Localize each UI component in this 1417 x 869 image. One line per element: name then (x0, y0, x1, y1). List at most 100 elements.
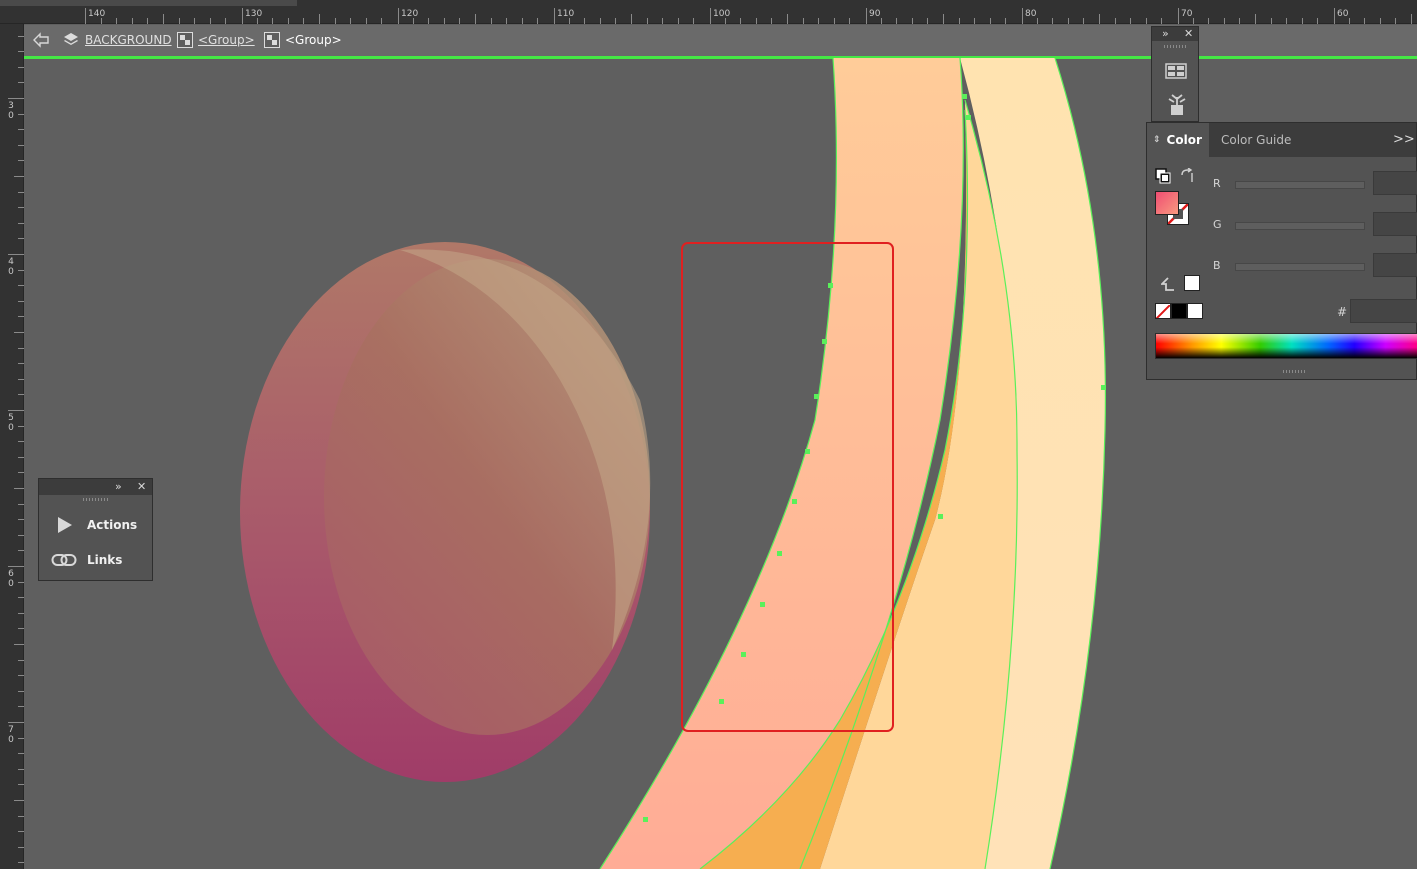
ruler-tick (14, 332, 24, 333)
ruler-tick (803, 18, 804, 24)
ruler-label: 130 (245, 9, 263, 19)
ruler-tick (1255, 14, 1256, 24)
close-icon[interactable]: ✕ (137, 480, 146, 493)
ruler-tick (1115, 18, 1116, 24)
ruler-tick (14, 644, 24, 645)
breadcrumb-item-group[interactable]: <Group> (177, 31, 255, 49)
ruler-tick (1099, 14, 1100, 24)
breadcrumb-label: <Group> (198, 33, 255, 47)
panel-header[interactable]: » ✕ (39, 479, 152, 495)
ruler-tick (8, 410, 24, 411)
swatch-library-button[interactable] (1165, 63, 1187, 83)
red-value-field[interactable] (1373, 171, 1417, 195)
gamut-warning-icon (1159, 277, 1174, 291)
back-arrow-button[interactable] (32, 31, 50, 49)
vertical-ruler[interactable]: 30 40 50 60 70 (0, 24, 24, 869)
ruler-label: 80 (1025, 9, 1037, 19)
white-swatch[interactable] (1187, 303, 1203, 319)
panel-menu-icon[interactable]: >> (1393, 132, 1415, 147)
ruler-tick (1349, 18, 1350, 24)
red-channel-row: R (1147, 171, 1417, 197)
panel-header[interactable]: » ✕ (1152, 27, 1198, 41)
swatch-library-icon (1165, 63, 1187, 79)
green-slider[interactable] (1235, 222, 1365, 230)
ruler-tick (771, 18, 772, 24)
blue-value-field[interactable] (1373, 253, 1417, 277)
hex-label: # (1337, 305, 1348, 319)
ruler-tick (350, 18, 351, 24)
moon-front-oval[interactable] (324, 259, 650, 735)
color-spectrum[interactable] (1155, 333, 1417, 359)
symbols-button[interactable] (1166, 93, 1188, 121)
ruler-tick (522, 18, 523, 24)
ruler-tick (974, 18, 975, 24)
blue-slider[interactable] (1235, 263, 1365, 271)
ruler-tick (163, 14, 164, 24)
ruler-tick (366, 18, 367, 24)
black-swatch[interactable] (1171, 303, 1187, 319)
ruler-tick (398, 8, 399, 24)
channel-label: B (1213, 259, 1221, 272)
panel-resize-grip[interactable] (1283, 370, 1307, 373)
panel-grip[interactable] (1164, 45, 1186, 48)
ruler-tick (210, 18, 211, 24)
ruler-tick (288, 18, 289, 24)
ruler-tick (927, 18, 928, 24)
ruler-tick (116, 18, 117, 24)
quick-swatches (1155, 303, 1203, 319)
expand-panels-icon[interactable]: » (115, 480, 122, 493)
back-arrow-icon (33, 32, 49, 48)
ruler-tick (1146, 18, 1147, 24)
ruler-tick (647, 18, 648, 24)
tab-color-guide[interactable]: Color Guide (1221, 123, 1311, 157)
ruler-tick (491, 18, 492, 24)
ruler-tick (1317, 18, 1318, 24)
ruler-label: 60 (8, 569, 14, 589)
ruler-tick (554, 8, 555, 24)
none-swatch[interactable] (1155, 303, 1171, 319)
breadcrumb-label: <Group> (285, 33, 342, 47)
ruler-tick (1161, 18, 1162, 24)
ruler-tick (662, 18, 663, 24)
red-slider[interactable] (1235, 181, 1365, 189)
ruler-tick (1334, 8, 1335, 24)
color-panel-tabbar: ⇕ Color Color Guide >> (1147, 123, 1416, 157)
breadcrumb-item-background[interactable]: BACKGROUND (62, 31, 172, 49)
ruler-tick (101, 18, 102, 24)
ruler-label: 50 (8, 413, 14, 433)
collapsed-panel-group: » ✕ Actions Links (38, 478, 153, 581)
ruler-tick (1178, 8, 1179, 24)
green-value-field[interactable] (1373, 212, 1417, 236)
ruler-tick (1022, 8, 1023, 24)
play-icon (58, 517, 72, 533)
hex-value-field[interactable] (1350, 299, 1417, 323)
horizontal-ruler[interactable]: 140 130 120 110 100 90 80 70 60 (0, 0, 1417, 24)
ruler-tick (710, 8, 711, 24)
ruler-tick (444, 18, 445, 24)
ruler-tick (959, 18, 960, 24)
ruler-tick (787, 14, 788, 24)
actions-panel-button[interactable]: Actions (39, 512, 152, 538)
expand-panels-icon[interactable]: » (1162, 27, 1169, 40)
ruler-tick (1083, 18, 1084, 24)
ruler-tick (319, 14, 320, 24)
web-safe-swatch[interactable] (1184, 275, 1200, 291)
ruler-label: 30 (8, 101, 14, 121)
panel-grip[interactable] (83, 498, 109, 501)
isolation-mode-bar: BACKGROUND <Group> <Group> (24, 25, 1417, 59)
ruler-tick (8, 722, 24, 723)
links-panel-button[interactable]: Links (39, 547, 152, 573)
ruler-tick (8, 254, 24, 255)
ruler-label: 40 (8, 257, 14, 277)
ruler-tick (1005, 18, 1006, 24)
out-of-web-gamut-button[interactable] (1159, 276, 1175, 295)
breadcrumb-item-current-group[interactable]: <Group> (264, 31, 342, 49)
close-icon[interactable]: ✕ (1184, 27, 1193, 40)
ruler-tick (1395, 18, 1396, 24)
link-icon (51, 554, 77, 566)
tab-color[interactable]: ⇕ Color (1147, 123, 1209, 157)
ruler-tick (8, 566, 24, 567)
actions-label: Actions (87, 518, 138, 532)
ruler-tick (8, 98, 24, 99)
ruler-tick (303, 18, 304, 24)
